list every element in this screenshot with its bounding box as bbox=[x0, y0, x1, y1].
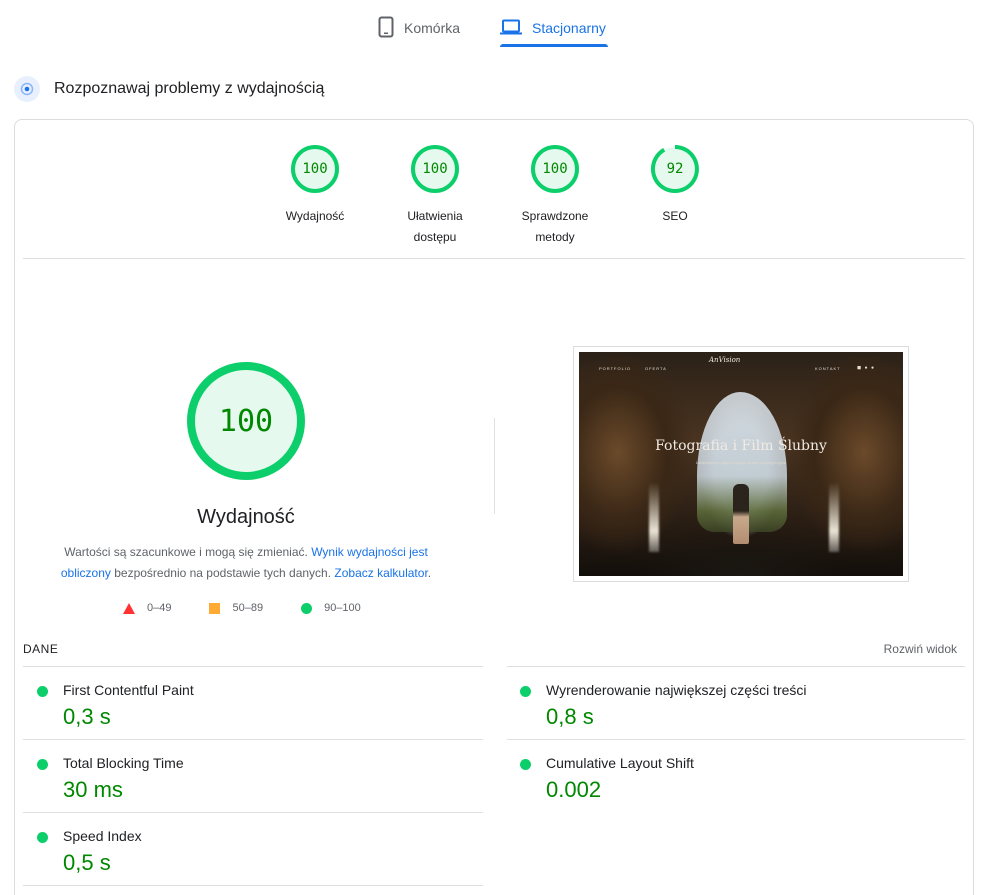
laptop-icon bbox=[500, 19, 522, 38]
category-label: Sprawdzone metody bbox=[521, 209, 589, 244]
screenshot-logo: AnVision bbox=[709, 356, 741, 364]
metric-value: 0,8 s bbox=[546, 704, 594, 729]
expand-view-button[interactable]: Rozwiń widok bbox=[884, 642, 957, 656]
screenshot-subline: Uwieczniamy najpiękniejsze chwile Waszeg… bbox=[696, 460, 786, 465]
section-title: Rozpoznawaj problemy z wydajnością bbox=[54, 80, 325, 97]
report-card: 100 Wydajność 100 Ułatwienia dostępu 100… bbox=[14, 119, 974, 895]
metric-label: Wyrenderowanie największej części treści bbox=[546, 682, 807, 698]
performance-score: 100 bbox=[218, 403, 274, 439]
screenshot-headline: Fotografia i Film Ślubny bbox=[655, 438, 827, 454]
divider bbox=[507, 666, 965, 667]
divider bbox=[23, 885, 483, 886]
category-performance[interactable]: 100 Wydajność bbox=[260, 144, 370, 227]
score-gauge: 100 bbox=[530, 144, 580, 194]
pass-circle-icon bbox=[37, 686, 48, 697]
screenshot-image: PORTFOLIO OFERTA KONTAKT ◼ ● ● AnVision … bbox=[579, 352, 903, 576]
legend-fail: 0–49 bbox=[123, 602, 171, 614]
sparkler bbox=[829, 482, 839, 552]
phone-icon bbox=[378, 16, 394, 41]
pass-circle-icon bbox=[520, 686, 531, 697]
category-label: SEO bbox=[662, 209, 688, 223]
metric-lcp: Wyrenderowanie największej części treści… bbox=[520, 680, 960, 740]
score-value: 100 bbox=[422, 161, 448, 177]
performance-title: Wydajność bbox=[197, 506, 295, 528]
device-tabs: Komórka Stacjonarny bbox=[0, 0, 984, 48]
legend-pass-label: 90–100 bbox=[324, 602, 361, 614]
divider bbox=[23, 258, 965, 259]
sparkler bbox=[649, 482, 659, 552]
category-label: Wydajność bbox=[285, 209, 345, 223]
legend-pass: 90–100 bbox=[301, 602, 361, 614]
metric-value: 0,3 s bbox=[63, 704, 111, 729]
divider bbox=[23, 666, 483, 667]
pass-circle-icon bbox=[520, 759, 531, 770]
diagnose-icon bbox=[14, 76, 40, 102]
score-value: 100 bbox=[302, 161, 328, 177]
score-gauge: 92 bbox=[650, 144, 700, 194]
note-text: bezpośrednio na podstawie tych danych. bbox=[110, 566, 335, 580]
metric-label: Speed Index bbox=[63, 828, 142, 844]
score-gauge: 100 bbox=[410, 144, 460, 194]
metric-value: 0,5 s bbox=[63, 850, 111, 875]
legend-fail-label: 0–49 bbox=[147, 602, 172, 614]
category-accessibility[interactable]: 100 Ułatwienia dostępu bbox=[380, 144, 490, 248]
data-heading: DANE bbox=[23, 642, 59, 656]
vertical-divider bbox=[494, 418, 495, 514]
score-gauge: 100 bbox=[290, 144, 340, 194]
score-value: 100 bbox=[542, 161, 568, 177]
calculator-link[interactable]: Zobacz kalkulator bbox=[334, 566, 427, 580]
pass-circle-icon bbox=[37, 759, 48, 770]
legend-average-label: 50–89 bbox=[232, 602, 264, 614]
divider bbox=[23, 812, 483, 813]
metric-value: 30 ms bbox=[63, 777, 123, 802]
triangle-icon bbox=[123, 602, 135, 614]
screenshot-nav-item: OFERTA bbox=[645, 366, 667, 371]
square-icon bbox=[209, 602, 221, 614]
metric-fcp: First Contentful Paint 0,3 s bbox=[37, 680, 477, 740]
metric-value: 0.002 bbox=[546, 777, 602, 802]
screenshot-nav: PORTFOLIO OFERTA KONTAKT ◼ ● ● bbox=[579, 362, 903, 376]
category-best-practices[interactable]: 100 Sprawdzone metody bbox=[500, 144, 610, 248]
social-icons: ◼ ● ● bbox=[857, 365, 875, 371]
tab-mobile-label: Komórka bbox=[404, 20, 461, 36]
section-header: Rozpoznawaj problemy z wydajnością bbox=[14, 76, 324, 102]
tab-desktop[interactable]: Stacjonarny bbox=[500, 10, 608, 47]
performance-gauge: 100 bbox=[185, 360, 307, 482]
screenshot-nav-item: PORTFOLIO bbox=[599, 366, 632, 371]
metric-label: First Contentful Paint bbox=[63, 682, 194, 698]
category-label: Ułatwienia dostępu bbox=[407, 209, 463, 244]
metric-tbt: Total Blocking Time 30 ms bbox=[37, 753, 477, 813]
divider bbox=[507, 739, 965, 740]
pass-circle-icon bbox=[37, 832, 48, 843]
performance-note: Wartości są szacunkowe i mogą się zmieni… bbox=[55, 542, 437, 584]
note-text: Wartości są szacunkowe i mogą się zmieni… bbox=[64, 545, 312, 559]
metric-speed-index: Speed Index 0,5 s bbox=[37, 826, 477, 886]
note-text: . bbox=[427, 566, 432, 580]
metric-label: Total Blocking Time bbox=[63, 755, 184, 771]
metric-label: Cumulative Layout Shift bbox=[546, 755, 694, 771]
screenshot-nav-item: KONTAKT bbox=[815, 366, 841, 371]
divider bbox=[23, 739, 483, 740]
tab-mobile[interactable]: Komórka bbox=[378, 10, 460, 46]
couple-figure bbox=[733, 484, 749, 544]
legend-average: 50–89 bbox=[209, 602, 263, 614]
category-seo[interactable]: 92 SEO bbox=[620, 144, 730, 227]
tab-desktop-label: Stacjonarny bbox=[532, 20, 606, 36]
circle-icon bbox=[301, 602, 313, 614]
page-screenshot[interactable]: PORTFOLIO OFERTA KONTAKT ◼ ● ● AnVision … bbox=[573, 346, 909, 582]
score-legend: 0–49 50–89 90–100 bbox=[123, 602, 361, 614]
metric-cls: Cumulative Layout Shift 0.002 bbox=[520, 753, 960, 813]
score-value: 92 bbox=[666, 161, 684, 177]
